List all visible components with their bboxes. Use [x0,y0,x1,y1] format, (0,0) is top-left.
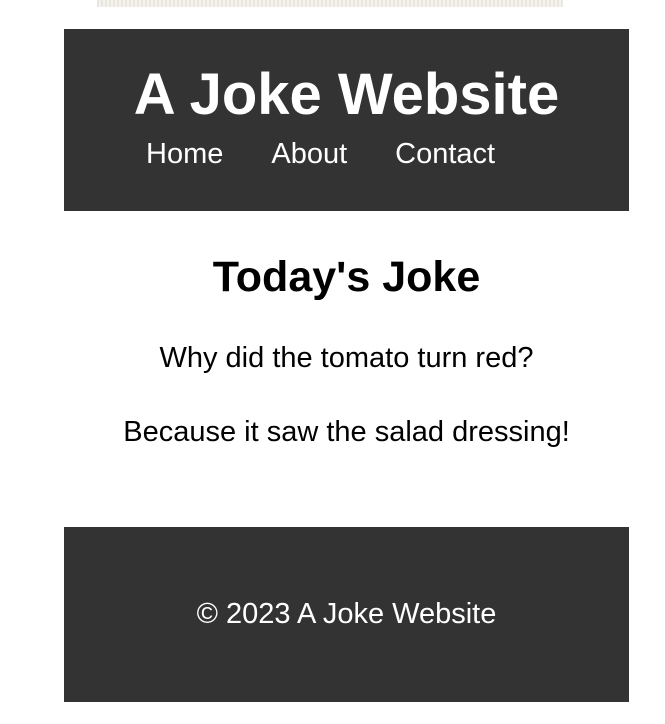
site-header: A Joke Website Home About Contact [64,29,629,211]
main-nav: Home About Contact [146,137,495,171]
nav-link-home[interactable]: Home [146,137,223,171]
nav-link-contact[interactable]: Contact [395,137,495,171]
nav-link-about[interactable]: About [271,137,347,171]
main-content: Today's Joke Why did the tomato turn red… [64,211,629,527]
footer-copyright: © 2023 A Joke Website [196,598,497,630]
joke-heading: Today's Joke [212,253,481,301]
site-title: A Joke Website [133,62,560,127]
joke-answer: Because it saw the salad dressing! [123,416,570,448]
top-banner-strip [97,0,563,7]
joke-question: Why did the tomato turn red? [159,342,534,374]
site-footer: © 2023 A Joke Website [64,527,629,702]
